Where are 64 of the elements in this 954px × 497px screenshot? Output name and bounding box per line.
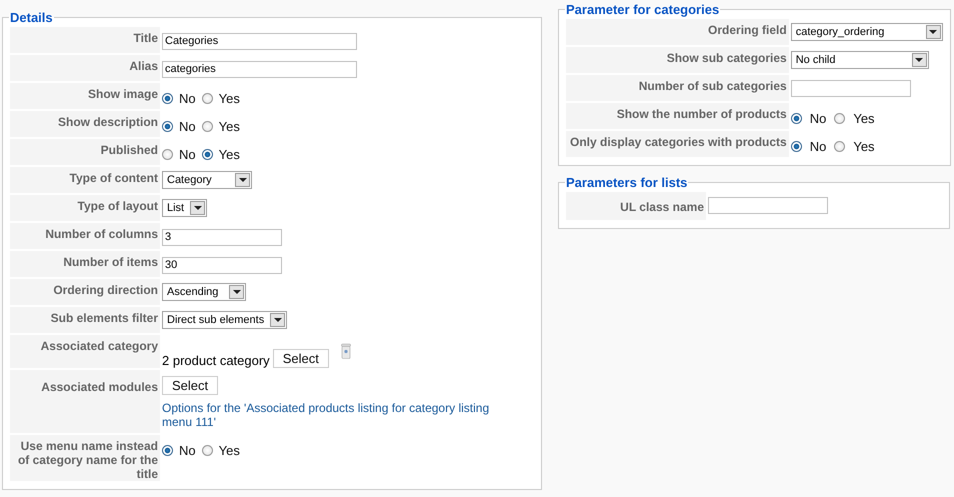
radio-button[interactable] (202, 149, 213, 160)
radio-button[interactable] (790, 141, 802, 152)
dropdown[interactable]: No child (790, 51, 929, 69)
radio-button[interactable] (202, 445, 213, 456)
field-label: UL class name (566, 192, 706, 220)
field-label: Type of layout (10, 195, 160, 221)
trash-icon[interactable] (340, 343, 351, 359)
field-label: Ordering field (566, 19, 789, 45)
dropdown[interactable]: Ascending (162, 283, 246, 301)
field-label: Only display categories with products (566, 131, 789, 157)
dropdown[interactable]: Category (162, 171, 252, 189)
radio-button[interactable] (162, 93, 173, 104)
field-label: Associated modules (10, 370, 160, 433)
radio-label: No (810, 111, 826, 126)
field-label: Type of content (10, 167, 160, 193)
field-label: Sub elements filter (10, 307, 160, 333)
radio-label: No (179, 119, 196, 134)
radio-label: No (179, 147, 196, 162)
radio-label: Yes (853, 111, 875, 126)
select-button[interactable]: Select (272, 349, 329, 368)
field-label: Published (10, 139, 160, 165)
section-title: Parameters for lists (565, 175, 688, 190)
input-field[interactable]: Categories (162, 32, 357, 50)
radio-button[interactable] (162, 149, 173, 160)
radio-button[interactable] (834, 113, 846, 124)
field-label: Show sub categories (566, 47, 789, 73)
radio-label: Yes (218, 119, 240, 134)
dropdown[interactable]: category_ordering (790, 23, 943, 41)
radio-button[interactable] (790, 113, 802, 124)
radio-button[interactable] (202, 93, 213, 104)
radio-label: Yes (218, 91, 240, 106)
field-label: Show the number of products (566, 103, 789, 129)
radio-label: No (179, 443, 196, 458)
field-label: Show image (10, 83, 160, 109)
field-label: Alias (10, 55, 160, 81)
input-field[interactable] (708, 196, 828, 214)
category-value: 2 product category (162, 353, 270, 368)
radio-button[interactable] (162, 445, 173, 456)
radio-label: Yes (853, 139, 875, 154)
field-label: Show description (10, 111, 160, 137)
input-field[interactable]: categories (162, 60, 357, 78)
section-title: Parameter for categories (565, 2, 720, 17)
field-label: Associated category (10, 335, 160, 368)
section-title: Details (9, 10, 54, 25)
radio-label: No (810, 139, 826, 154)
field-label: Use menu name instead of category name for the title (10, 435, 160, 481)
input-field[interactable]: 3 (162, 228, 282, 246)
field-label: Title (10, 27, 160, 53)
dropdown[interactable]: Direct sub elements (162, 311, 288, 329)
field-label: Number of sub categories (566, 75, 789, 101)
field-label: Ordering direction (10, 279, 160, 305)
field-label: Number of items (10, 251, 160, 277)
input-field[interactable]: 30 (162, 256, 282, 274)
radio-label: Yes (218, 147, 240, 162)
radio-label: No (179, 91, 196, 106)
radio-button[interactable] (162, 121, 173, 132)
field-label: Number of columns (10, 223, 160, 249)
radio-label: Yes (218, 443, 240, 458)
radio-button[interactable] (834, 141, 846, 152)
radio-button[interactable] (202, 121, 213, 132)
options-link[interactable]: Options for the 'Associated products listing for category listing menu 111' (162, 401, 507, 433)
select-button[interactable]: Select (162, 376, 218, 395)
input-field[interactable] (790, 80, 911, 96)
dropdown[interactable]: List (162, 199, 208, 217)
